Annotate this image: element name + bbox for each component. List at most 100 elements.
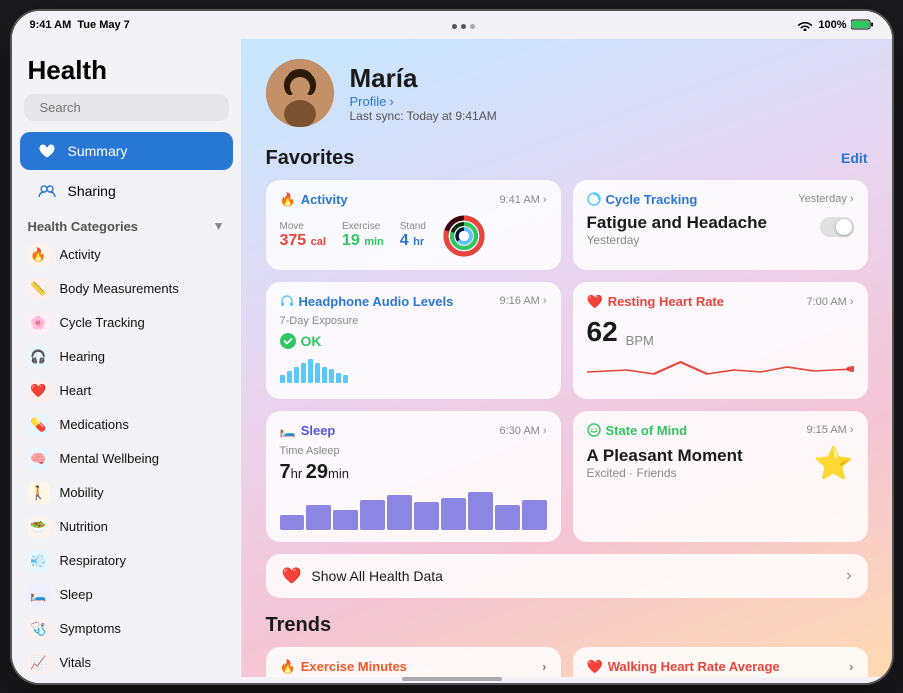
moment-text: A Pleasant Moment xyxy=(587,446,743,466)
cat-sleep[interactable]: 🛏️ Sleep xyxy=(12,578,241,612)
walking-heart-trend-card[interactable]: ❤️ Walking Heart Rate Average › On avera… xyxy=(573,647,868,677)
ok-check-icon xyxy=(280,333,296,349)
cat-medications[interactable]: 💊 Medications xyxy=(12,408,241,442)
bpm-value: 62 xyxy=(587,316,618,348)
vitals-icon: 📈 xyxy=(28,652,50,674)
cycle-card-header: Cycle Tracking Yesterday › xyxy=(587,192,854,207)
sleep-card-time: 6:30 AM › xyxy=(499,425,546,437)
walking-heart-trend-title: ❤️ Walking Heart Rate Average › xyxy=(587,659,854,675)
home-bar xyxy=(12,677,892,683)
activity-ring xyxy=(442,214,486,258)
profile-link[interactable]: Profile › xyxy=(350,94,497,109)
sleep-bars xyxy=(280,490,547,530)
categories-header: Health Categories ▼ xyxy=(12,211,241,238)
search-bar[interactable] xyxy=(24,94,229,121)
cat-activity[interactable]: 🔥 Activity xyxy=(12,238,241,272)
avatar xyxy=(266,59,334,127)
show-all-chevron: › xyxy=(846,567,851,585)
profile-header: María Profile › Last sync: Today at 9:41… xyxy=(242,39,892,143)
headphone-icon xyxy=(280,294,294,308)
summary-icon xyxy=(36,140,58,162)
bpm-display: 62 BPM xyxy=(587,316,854,348)
nav-sharing-label: Sharing xyxy=(68,183,116,199)
cycle-date: Yesterday xyxy=(587,233,854,247)
battery-text: 100% xyxy=(818,19,846,31)
sleep-label: Time Asleep xyxy=(280,445,547,457)
exercise-trend-title: 🔥 Exercise Minutes › xyxy=(280,659,547,675)
nav-summary-label: Summary xyxy=(68,143,128,159)
nav-sharing[interactable]: Sharing xyxy=(20,172,233,210)
headphone-card-header: Headphone Audio Levels 9:16 AM › xyxy=(280,294,547,309)
cycle-symptom: Fatigue and Headache xyxy=(587,213,854,233)
headphone-card-time: 9:16 AM › xyxy=(499,295,546,307)
heart-line-chart xyxy=(587,352,854,387)
cat-nutrition[interactable]: 🥗 Nutrition xyxy=(12,510,241,544)
trends-grid: 🔥 Exercise Minutes › On average, you ear… xyxy=(266,647,868,677)
ok-badge: OK xyxy=(280,333,547,349)
moment-sub: Excited · Friends xyxy=(587,466,743,480)
cat-respiratory[interactable]: 💨 Respiratory xyxy=(12,544,241,578)
trends-section: Trends 🔥 Exercise Minutes › On average, … xyxy=(242,614,892,677)
status-time: 9:41 AM Tue May 7 xyxy=(30,19,130,31)
nav-summary[interactable]: Summary xyxy=(20,132,233,170)
cards-grid: 🔥 Activity 9:41 AM › Move 375 cal xyxy=(242,180,892,554)
state-of-mind-card-header: State of Mind 9:15 AM › xyxy=(587,423,854,438)
chevron-icon: ▼ xyxy=(213,219,225,233)
cycle-tracking-icon xyxy=(587,192,601,206)
show-all-icon: ❤️ xyxy=(282,566,302,586)
cat-mobility[interactable]: 🚶 Mobility xyxy=(12,476,241,510)
exposure-label: 7-Day Exposure xyxy=(280,315,547,327)
sharing-icon xyxy=(36,180,58,202)
cat-cycle[interactable]: 🌸 Cycle Tracking xyxy=(12,306,241,340)
cat-heart[interactable]: ❤️ Heart xyxy=(12,374,241,408)
dot-1 xyxy=(452,24,457,29)
heart-rate-card-time: 7:00 AM › xyxy=(806,296,853,308)
cat-hearing[interactable]: 🎧 Hearing xyxy=(12,340,241,374)
ipad-frame: 9:41 AM Tue May 7 100% Health xyxy=(12,11,892,683)
heart-rate-card[interactable]: ❤️ Resting Heart Rate 7:00 AM › 62 BPM xyxy=(573,282,868,399)
sleep-value: 7hr 29min xyxy=(280,461,547,484)
activity-card-header: 🔥 Activity 9:41 AM › xyxy=(280,192,547,208)
cycle-icon: 🌸 xyxy=(28,312,50,334)
profile-info: María Profile › Last sync: Today at 9:41… xyxy=(350,63,497,123)
headphone-bars xyxy=(280,355,547,383)
headphone-card-title: Headphone Audio Levels xyxy=(280,294,454,309)
home-indicator xyxy=(402,677,502,681)
state-of-mind-card-time: 9:15 AM › xyxy=(806,424,853,436)
cycle-card[interactable]: Cycle Tracking Yesterday › Fatigue and H… xyxy=(573,180,868,270)
body-icon: 📏 xyxy=(28,278,50,300)
state-of-mind-icon xyxy=(587,423,601,437)
app-content: Health xyxy=(12,39,892,677)
heart-rate-card-header: ❤️ Resting Heart Rate 7:00 AM › xyxy=(587,294,854,310)
stand-stat: Stand 4 hr xyxy=(400,221,426,250)
dot-2 xyxy=(461,24,466,29)
profile-sync: Last sync: Today at 9:41AM xyxy=(350,109,497,123)
cycle-card-title: Cycle Tracking xyxy=(587,192,698,207)
favorites-section: Favorites Edit xyxy=(242,143,892,180)
profile-name: María xyxy=(350,63,497,94)
activity-card[interactable]: 🔥 Activity 9:41 AM › Move 375 cal xyxy=(266,180,561,270)
cat-mental[interactable]: 🧠 Mental Wellbeing xyxy=(12,442,241,476)
sleep-card[interactable]: 🛏️ Sleep 6:30 AM › Time Asleep 7hr 29min xyxy=(266,411,561,542)
respiratory-icon: 💨 xyxy=(28,550,50,572)
cycle-card-time: Yesterday › xyxy=(798,193,853,205)
edit-button[interactable]: Edit xyxy=(841,150,867,166)
search-input[interactable] xyxy=(40,100,216,115)
dot-3 xyxy=(470,24,475,29)
exercise-trend-card[interactable]: 🔥 Exercise Minutes › On average, you ear… xyxy=(266,647,561,677)
cat-vitals[interactable]: 📈 Vitals xyxy=(12,646,241,677)
star-emoji: ⭐ xyxy=(814,444,854,482)
favorites-title: Favorites xyxy=(266,147,355,170)
cat-symptoms[interactable]: 🩺 Symptoms xyxy=(12,612,241,646)
sleep-card-header: 🛏️ Sleep 6:30 AM › xyxy=(280,423,547,439)
show-all-row[interactable]: ❤️ Show All Health Data › xyxy=(266,554,868,598)
state-of-mind-card[interactable]: State of Mind 9:15 AM › A Pleasant Momen… xyxy=(573,411,868,542)
nutrition-icon: 🥗 xyxy=(28,516,50,538)
headphone-card[interactable]: Headphone Audio Levels 9:16 AM › 7-Day E… xyxy=(266,282,561,399)
show-all-label: Show All Health Data xyxy=(311,568,836,584)
activity-icon: 🔥 xyxy=(28,244,50,266)
heart-icon: ❤️ xyxy=(28,380,50,402)
cat-body[interactable]: 📏 Body Measurements xyxy=(12,272,241,306)
sleep-card-title: 🛏️ Sleep xyxy=(280,423,336,439)
trends-title: Trends xyxy=(266,614,868,637)
